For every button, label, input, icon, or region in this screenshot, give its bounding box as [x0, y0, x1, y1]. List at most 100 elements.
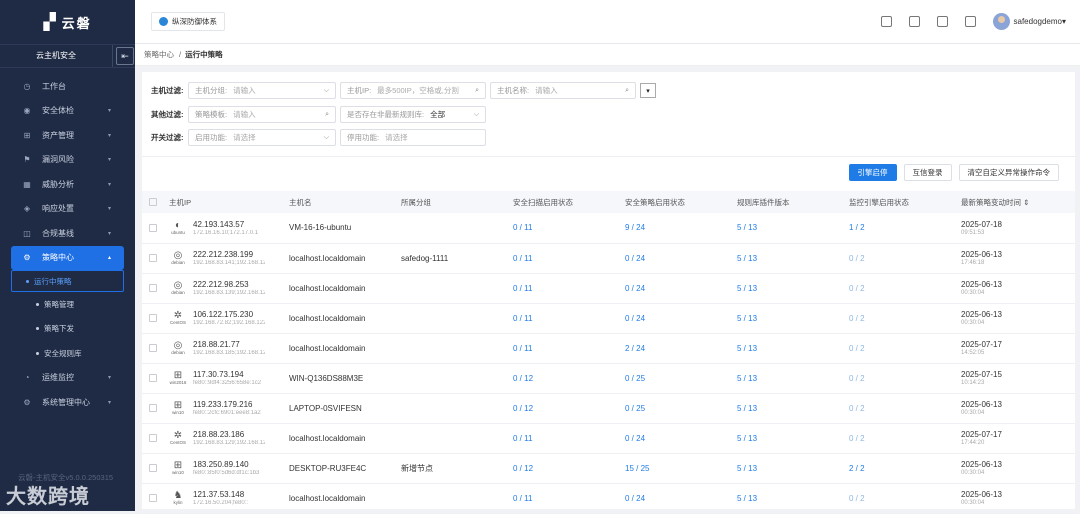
table-row[interactable]: ◎ debian 218.88.21.77 192.168.83.185;192.16…: [142, 333, 1075, 364]
expand-filter-button[interactable]: ▾: [640, 83, 656, 98]
monitor-status-link[interactable]: 2 / 2: [849, 464, 865, 473]
disabled-function-select[interactable]: 停用功能: 请选择: [340, 129, 486, 146]
policy-status-link[interactable]: 0 / 24: [625, 314, 645, 323]
lib-version-link[interactable]: 5 / 13: [737, 314, 757, 323]
table-row[interactable]: ✲ CentOS 218.88.23.186 192.168.83.129;192.1…: [142, 423, 1075, 454]
scan-status-link[interactable]: 0 / 11: [513, 284, 532, 293]
product-title[interactable]: 云主机安全: [0, 45, 113, 67]
table-row[interactable]: ✲ CentOS 106.122.175.230 192.168.72.82;192.…: [142, 303, 1075, 334]
scan-status-link[interactable]: 0 / 11: [513, 314, 532, 323]
row-checkbox[interactable]: [149, 404, 157, 412]
scan-status-link[interactable]: 0 / 12: [513, 374, 533, 383]
scan-status-link[interactable]: 0 / 11: [513, 254, 532, 263]
sidebar-item[interactable]: ⊞ 资产管理 ▾: [0, 123, 135, 148]
table-row[interactable]: ♞ kylin 121.37.53.148 172.16.50.204;fe80:: …: [142, 483, 1075, 514]
host-group: [401, 363, 513, 394]
sidebar-item[interactable]: ▦ 威胁分析 ▾: [0, 172, 135, 197]
sidebar-item[interactable]: ⚙ 系统管理中心 ▾: [0, 390, 135, 415]
policy-status-link[interactable]: 0 / 24: [625, 494, 645, 503]
sidebar-item[interactable]: ◷ 工作台: [0, 74, 135, 99]
monitor-status-link[interactable]: 1 / 2: [849, 223, 865, 232]
monitor-status-link[interactable]: 0 / 2: [849, 344, 865, 353]
policy-status-link[interactable]: 9 / 24: [625, 223, 645, 232]
sidebar-subitem[interactable]: 安全规则库: [0, 341, 135, 366]
lib-version-link[interactable]: 5 / 13: [737, 494, 757, 503]
table-row[interactable]: ⊞ win2016 117.30.73.194 fe80::9df4:3256:658…: [142, 363, 1075, 394]
monitor-status-link[interactable]: 0 / 2: [849, 314, 865, 323]
app-logo[interactable]: ▞ 云磐: [0, 0, 135, 44]
select-all-checkbox[interactable]: [149, 198, 157, 206]
table-row[interactable]: ⊞ win10 119.233.179.216 fe80::2cfc:6901:eee…: [142, 393, 1075, 424]
sidebar-item[interactable]: ◔ 运维监控 ▾: [0, 366, 135, 391]
row-checkbox[interactable]: [149, 434, 157, 442]
sidebar-item-policy-center[interactable]: ⚙ 策略中心 ▴: [11, 245, 124, 270]
grid-icon[interactable]: [908, 16, 920, 27]
host-name-input[interactable]: 主机名称: 请输入 ⌕: [490, 82, 636, 99]
scan-status-link[interactable]: 0 / 11: [513, 434, 532, 443]
policy-status-link[interactable]: 0 / 25: [625, 374, 645, 383]
sidebar-item[interactable]: ⚑ 漏洞风险 ▾: [0, 148, 135, 173]
lib-version-link[interactable]: 5 / 13: [737, 374, 757, 383]
scan-status-link[interactable]: 0 / 12: [513, 464, 533, 473]
download-icon[interactable]: [964, 16, 976, 27]
monitor-status-link[interactable]: 0 / 2: [849, 494, 865, 503]
policy-status-link[interactable]: 0 / 24: [625, 434, 645, 443]
row-checkbox[interactable]: [149, 464, 157, 472]
host-group-select[interactable]: 主机分组: 请输入 ⌵: [188, 82, 336, 99]
engine-toggle-button[interactable]: 引擎启停: [848, 164, 897, 181]
scan-status-link[interactable]: 0 / 12: [513, 404, 533, 413]
row-checkbox[interactable]: [149, 284, 157, 292]
qrcode-icon[interactable]: [880, 16, 892, 27]
monitor-status-link[interactable]: 0 / 2: [849, 434, 865, 443]
policy-status-link[interactable]: 0 / 25: [625, 404, 645, 413]
clear-commands-button[interactable]: 清空自定义异常操作命令: [958, 164, 1059, 181]
row-checkbox[interactable]: [149, 344, 157, 352]
lib-version-link[interactable]: 5 / 13: [737, 223, 757, 232]
outdated-lib-select[interactable]: 是否存在非最新规则库: 全部 ⌵: [340, 106, 486, 123]
monitor-status-link[interactable]: 0 / 2: [849, 404, 865, 413]
monitor-status-link[interactable]: 0 / 2: [849, 254, 865, 263]
host-ip-input[interactable]: 主机IP: 最多500IP，空格或,分割 ⌕: [340, 82, 486, 99]
trust-login-button[interactable]: 互信登录: [903, 164, 952, 181]
row-checkbox[interactable]: [149, 494, 157, 502]
lib-version-link[interactable]: 5 / 13: [737, 404, 757, 413]
policy-template-input[interactable]: 策略模板: 请输入 ⌕: [188, 106, 336, 123]
sidebar-subitem[interactable]: 策略管理: [0, 292, 135, 317]
policy-status-link[interactable]: 2 / 24: [625, 344, 645, 353]
row-checkbox[interactable]: [149, 374, 157, 382]
collapse-sidebar-icon[interactable]: ⇤: [116, 47, 134, 65]
clipboard-icon[interactable]: [936, 16, 948, 27]
user-menu[interactable]: safedogdemo▾: [1014, 17, 1067, 26]
row-checkbox[interactable]: [149, 223, 157, 232]
table-row[interactable]: ◎ debian 222.212.98.253 192.168.83.139;192.…: [142, 273, 1075, 304]
sidebar-item[interactable]: ◉ 安全体检 ▾: [0, 99, 135, 124]
breadcrumb-root[interactable]: 策略中心: [144, 49, 174, 60]
lib-version-link[interactable]: 5 / 13: [737, 284, 757, 293]
lib-version-link[interactable]: 5 / 13: [737, 344, 757, 353]
brand-badge[interactable]: 纵深防御体系: [151, 12, 225, 31]
lib-version-link[interactable]: 5 / 13: [737, 254, 757, 263]
col-latest-change[interactable]: 最新策略变动时间 ⇕: [961, 191, 1075, 213]
table-row[interactable]: ⊞ win10 183.250.89.140 fe80::85f0:5d6d:df1c…: [142, 453, 1075, 484]
lib-version-link[interactable]: 5 / 13: [737, 434, 757, 443]
monitor-status-link[interactable]: 0 / 2: [849, 374, 865, 383]
row-checkbox[interactable]: [149, 314, 157, 322]
sidebar-item[interactable]: ◈ 响应处置 ▾: [0, 197, 135, 222]
sidebar-subitem[interactable]: 策略下发: [0, 317, 135, 342]
lib-version-link[interactable]: 5 / 13: [737, 464, 757, 473]
sidebar-item[interactable]: ◫ 合规基线 ▾: [0, 221, 135, 246]
scan-status-link[interactable]: 0 / 11: [513, 223, 532, 232]
host-group: safedog-1111: [401, 243, 513, 274]
policy-status-link[interactable]: 0 / 24: [625, 254, 645, 263]
table-row[interactable]: ◎ debian 222.212.238.199 192.168.83.141;192…: [142, 243, 1075, 274]
row-checkbox[interactable]: [149, 254, 157, 262]
sidebar-subitem[interactable]: 运行中策略: [11, 270, 124, 292]
scan-status-link[interactable]: 0 / 11: [513, 494, 532, 503]
monitor-status-link[interactable]: 0 / 2: [849, 284, 865, 293]
avatar[interactable]: [992, 13, 1010, 30]
policy-status-link[interactable]: 15 / 25: [625, 464, 649, 473]
policy-status-link[interactable]: 0 / 24: [625, 284, 645, 293]
enabled-function-select[interactable]: 启用功能: 请选择 ⌵: [188, 129, 336, 146]
scan-status-link[interactable]: 0 / 11: [513, 344, 532, 353]
table-row[interactable]: ◐ ubuntu 42.193.143.57 172.16.16.10;172.17.…: [142, 213, 1075, 244]
